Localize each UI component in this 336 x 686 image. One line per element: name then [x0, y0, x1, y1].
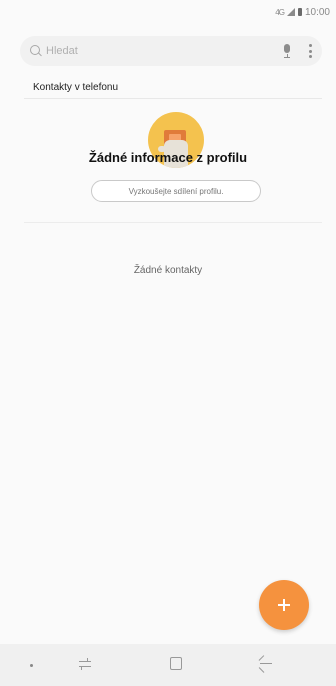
- network-type-label: 4G: [275, 7, 285, 17]
- search-icon: [30, 45, 42, 57]
- search-input[interactable]: [46, 45, 280, 57]
- signal-icon: [286, 8, 295, 16]
- add-contact-button[interactable]: [259, 580, 309, 630]
- battery-icon: [297, 8, 302, 16]
- contacts-screen: 4G 10:00 Kontakty v telefonu Žádné infor…: [0, 0, 336, 686]
- nav-dot-icon[interactable]: [30, 664, 33, 667]
- divider: [24, 98, 322, 99]
- home-icon[interactable]: [170, 657, 182, 670]
- status-time: 10:00: [304, 6, 330, 18]
- section-header: Kontakty v telefonu: [33, 82, 119, 93]
- profile-title: Žádné informace z profilu: [88, 150, 248, 165]
- search-bar[interactable]: [20, 36, 322, 66]
- status-bar: 4G 10:00: [0, 0, 336, 24]
- divider: [24, 222, 322, 223]
- back-icon[interactable]: [258, 655, 274, 673]
- try-profile-sharing-button[interactable]: Vyzkoušejte sdílení profilu.: [91, 180, 261, 202]
- more-options-icon[interactable]: [308, 44, 312, 58]
- mic-icon[interactable]: [280, 43, 294, 59]
- recent-apps-icon[interactable]: [77, 656, 93, 672]
- empty-contacts-text: Žádné kontakty: [133, 265, 203, 276]
- navigation-bar: [0, 644, 336, 686]
